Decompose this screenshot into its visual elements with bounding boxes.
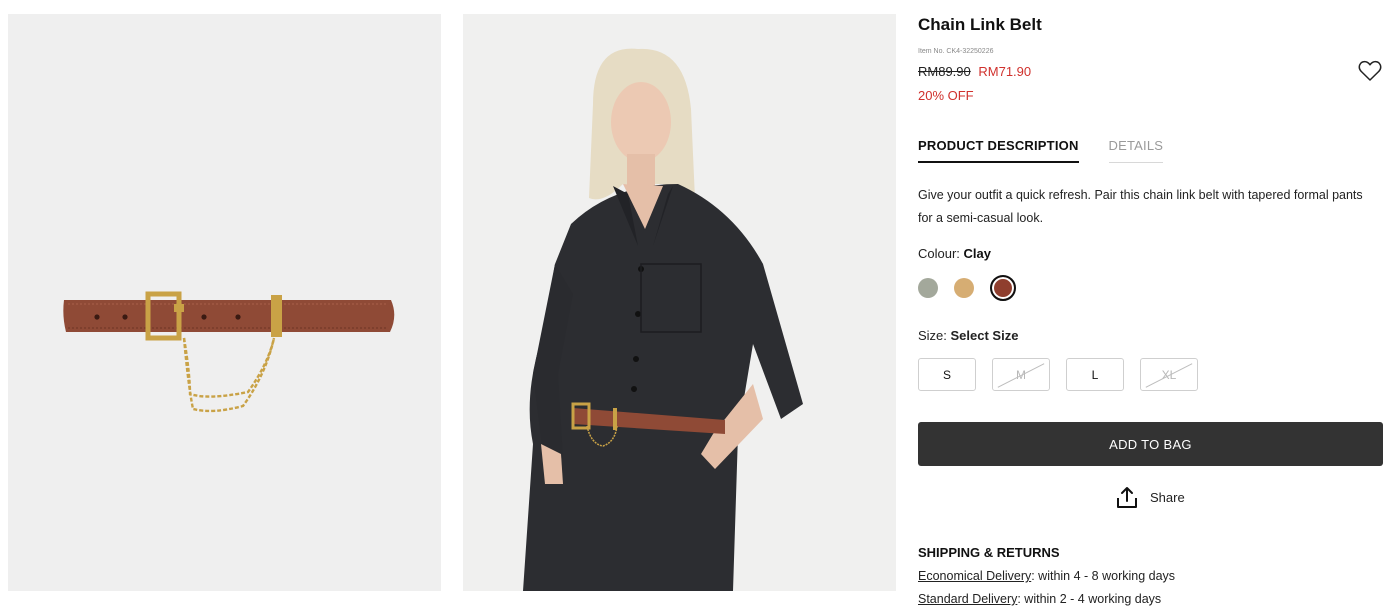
item-number: Item No. CK4-32250226 [918,48,994,55]
colour-swatches [918,275,1032,301]
share-label: Share [1150,489,1185,505]
economical-delivery-link[interactable]: Economical Delivery [918,569,1031,583]
original-price: RM89.90 [918,64,971,79]
tab-details[interactable]: DETAILS [1108,138,1164,163]
size-option-xl[interactable]: XL [1140,358,1198,391]
selected-colour: Clay [963,246,991,261]
standard-delivery-link[interactable]: Standard Delivery [918,592,1017,606]
colour-label-prefix: Colour: [918,246,964,261]
swatch-sage[interactable] [918,278,938,298]
model-illustration [463,14,896,591]
wishlist-button[interactable] [1358,60,1382,82]
product-title: Chain Link Belt [918,15,1042,34]
shipping-line-standard: Standard Delivery: within 2 - 4 working … [918,592,1161,606]
share-button[interactable]: Share [1116,485,1185,509]
selected-size: Select Size [950,328,1019,343]
heart-icon [1358,60,1382,81]
belt-illustration [8,14,441,591]
tab-product-description[interactable]: PRODUCT DESCRIPTION [918,138,1079,163]
product-image-belt[interactable] [8,14,441,591]
sale-price: RM71.90 [978,64,1032,79]
swatch-clay[interactable] [990,275,1016,301]
size-label: Size: Select Size [918,328,1018,343]
product-info-panel: Chain Link Belt Item No. CK4-32250226 RM… [918,0,1383,609]
size-option-l[interactable]: L [1066,358,1124,391]
shipping-returns-heading: SHIPPING & RETURNS [918,545,1060,560]
standard-delivery-time: : within 2 - 4 working days [1017,592,1162,606]
swatch-tan[interactable] [954,278,974,298]
shipping-line-economical: Economical Delivery: within 4 - 8 workin… [918,569,1175,583]
product-description-text: Give your outfit a quick refresh. Pair t… [918,188,1363,225]
size-option-m[interactable]: M [992,358,1050,391]
discount-badge: 20% OFF [918,88,974,103]
size-label-prefix: Size: [918,328,951,343]
size-option-s[interactable]: S [918,358,976,391]
colour-label: Colour: Clay [918,246,991,261]
info-tabs: PRODUCT DESCRIPTION DETAILS [918,138,1164,163]
product-image-model[interactable] [463,14,896,591]
size-options: S M L XL [918,358,1214,391]
economical-delivery-time: : within 4 - 8 working days [1031,569,1176,583]
add-to-bag-button[interactable]: ADD TO BAG [918,422,1383,466]
price-row: RM89.90 RM71.90 [918,64,1031,79]
share-upload-icon [1117,487,1137,508]
